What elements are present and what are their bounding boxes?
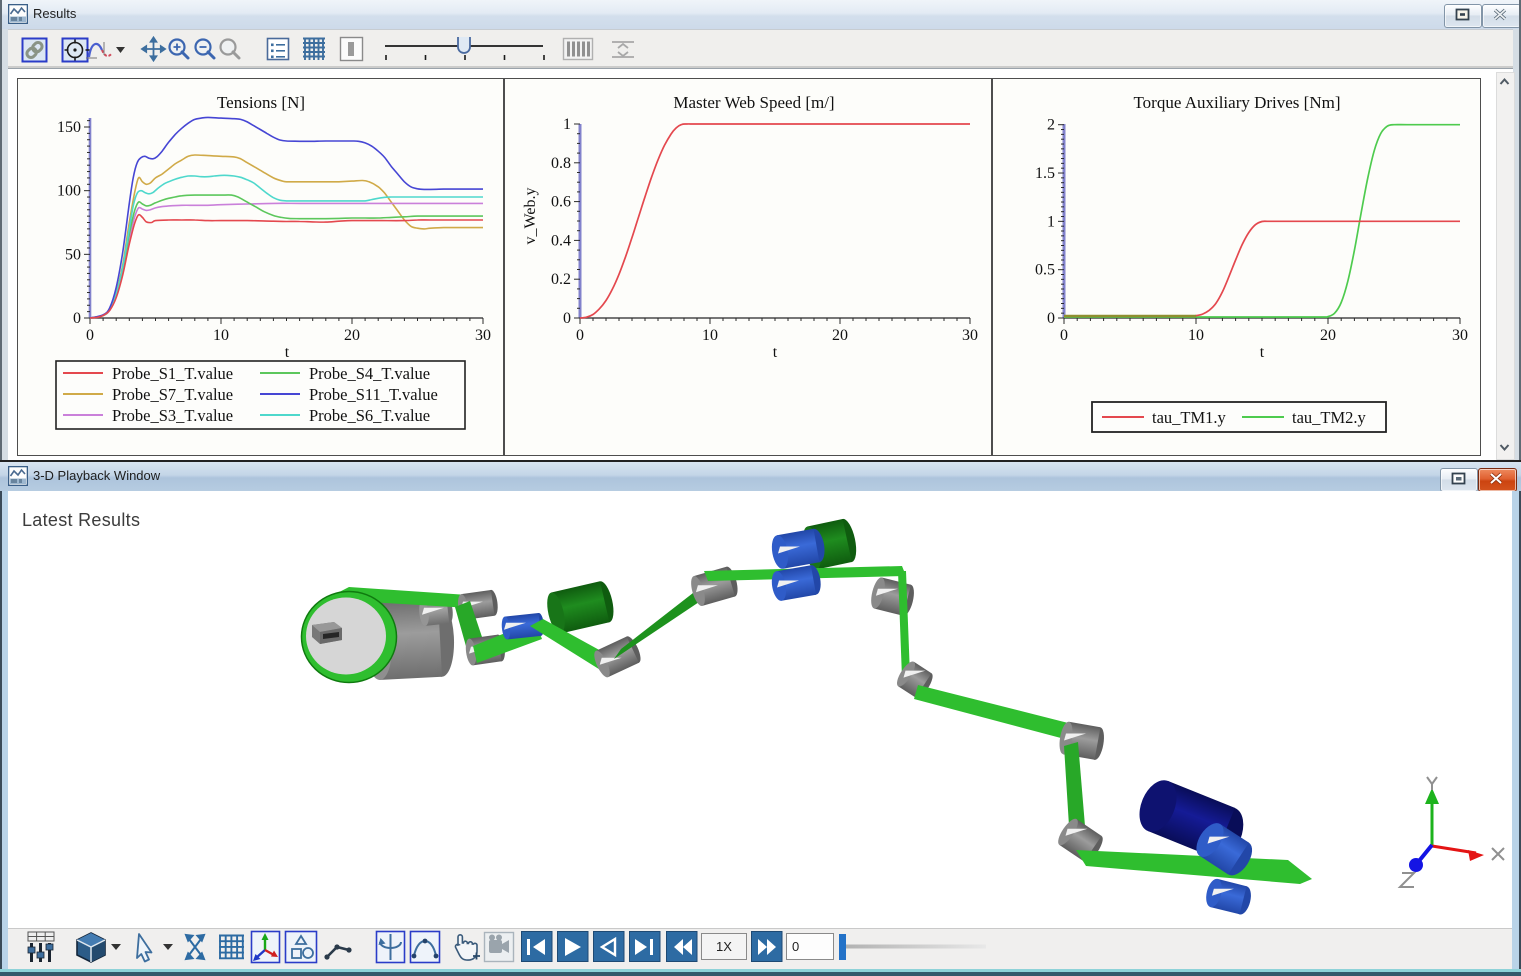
svg-text:0.4: 0.4 xyxy=(551,232,571,249)
svg-text:Torque Auxiliary Drives [Nm]: Torque Auxiliary Drives [Nm] xyxy=(1133,93,1340,112)
svg-text:30: 30 xyxy=(962,327,978,344)
svg-text:1.5: 1.5 xyxy=(1035,165,1055,182)
svg-text:t: t xyxy=(1260,344,1265,361)
svg-text:v_Web.y: v_Web.y xyxy=(522,188,539,245)
svg-text:0.8: 0.8 xyxy=(551,155,571,172)
svg-text:Master Web Speed [m/]: Master Web Speed [m/] xyxy=(673,93,834,112)
svg-text:t: t xyxy=(285,344,290,361)
svg-text:2: 2 xyxy=(1047,117,1055,134)
svg-text:20: 20 xyxy=(832,327,848,344)
svg-text:0: 0 xyxy=(73,310,81,327)
svg-text:0: 0 xyxy=(86,327,94,344)
svg-text:100: 100 xyxy=(57,183,81,200)
svg-text:10: 10 xyxy=(702,327,718,344)
svg-text:Probe_S3_T.value: Probe_S3_T.value xyxy=(112,406,233,425)
svg-text:t: t xyxy=(773,344,778,361)
svg-text:Probe_S6_T.value: Probe_S6_T.value xyxy=(309,406,430,425)
svg-text:150: 150 xyxy=(57,119,81,136)
svg-text:1X: 1X xyxy=(716,939,732,954)
svg-text:Probe_S1_T.value: Probe_S1_T.value xyxy=(112,364,233,383)
svg-text:0: 0 xyxy=(576,327,584,344)
svg-text:tau_TM1.y: tau_TM1.y xyxy=(1152,408,1227,427)
svg-text:0.5: 0.5 xyxy=(1035,262,1055,279)
svg-text:10: 10 xyxy=(213,327,229,344)
svg-text:20: 20 xyxy=(344,327,360,344)
svg-text:30: 30 xyxy=(1452,327,1468,344)
svg-text:1: 1 xyxy=(1047,213,1055,230)
svg-text:Probe_S7_T.value: Probe_S7_T.value xyxy=(112,385,233,404)
svg-text:tau_TM2.y: tau_TM2.y xyxy=(1292,408,1367,427)
svg-text:0.2: 0.2 xyxy=(551,271,571,288)
svg-text:0: 0 xyxy=(1060,327,1068,344)
svg-text:30: 30 xyxy=(475,327,491,344)
svg-text:Probe_S11_T.value: Probe_S11_T.value xyxy=(309,385,438,404)
svg-text:0: 0 xyxy=(1047,310,1055,327)
svg-text:0: 0 xyxy=(792,939,799,954)
svg-text:20: 20 xyxy=(1320,327,1336,344)
svg-text:10: 10 xyxy=(1188,327,1204,344)
svg-text:0: 0 xyxy=(563,310,571,327)
svg-text:1: 1 xyxy=(563,116,571,133)
svg-text:Probe_S4_T.value: Probe_S4_T.value xyxy=(309,364,430,383)
svg-text:0.6: 0.6 xyxy=(551,194,571,211)
svg-text:50: 50 xyxy=(65,246,81,263)
svg-text:Tensions [N]: Tensions [N] xyxy=(217,93,305,112)
